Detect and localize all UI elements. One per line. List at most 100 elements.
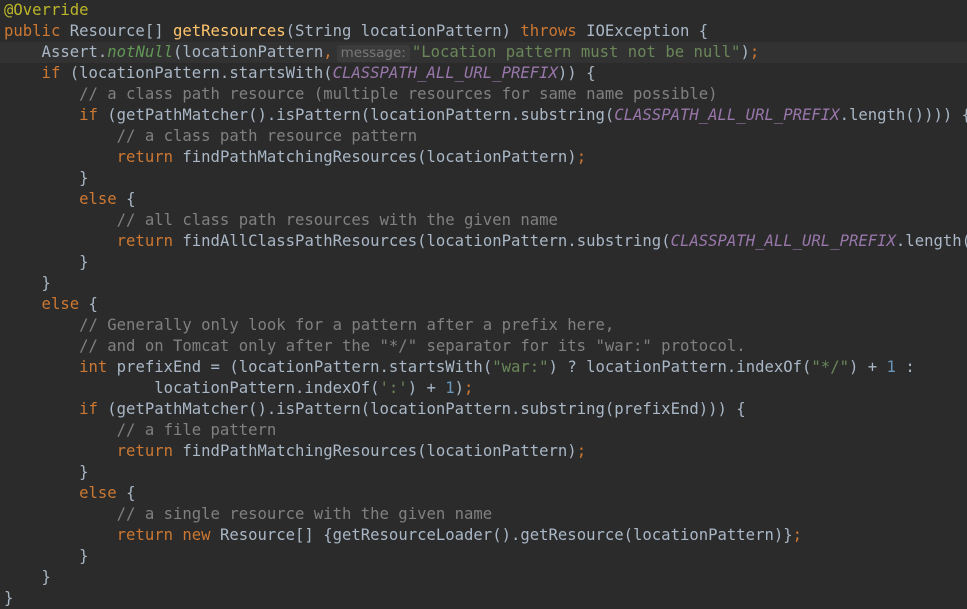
code-token: CLASSPATH_ALL_URL_PREFIX [332,64,558,82]
code-line[interactable]: if (locationPattern.startsWith(CLASSPATH… [4,63,596,84]
code-token: // Generally only look for a pattern aft… [4,316,615,334]
code-token: else [4,484,127,502]
code-token: getResources [173,22,286,40]
code-token: , [323,43,333,61]
code-token: return [4,148,183,166]
code-line[interactable]: } [4,252,89,273]
code-line[interactable]: return findPathMatchingResources(locatio… [4,441,586,462]
code-token: // a single resource with the given name [4,505,493,523]
code-token: // a class path resource (multiple resou… [4,85,718,103]
code-token: findAllClassPathResources(locationPatter… [182,232,671,250]
code-token: notNull [107,43,173,61]
code-token: else [4,295,89,313]
code-token: (getPathMatcher().isPattern(locationPatt… [107,106,615,124]
code-line[interactable]: Assert.notNull(locationPattern, message: "… [0,42,967,63]
code-token: CLASSPATH_ALL_URL_PREFIX [614,106,840,124]
code-line[interactable]: // and on Tomcat only after the "*/" sep… [4,336,746,357]
code-token: (String locationPattern) [285,22,521,40]
code-line[interactable]: else { [4,294,98,315]
code-token: 1 [445,379,455,397]
code-editor[interactable]: @Override public Resource[] getResources(… [0,0,967,609]
code-token: { [126,484,136,502]
code-line[interactable]: if (getPathMatcher().isPattern(locationP… [4,399,746,420]
code-token: ; [749,43,760,61]
code-line[interactable]: int prefixEnd = (locationPattern.startsW… [4,357,915,378]
code-line[interactable]: else { [4,483,135,504]
code-token: IOException { [586,22,709,40]
code-line[interactable]: return findPathMatchingResources(locatio… [4,147,586,168]
code-token: { [126,190,136,208]
code-token: } [4,547,89,565]
code-token: )) { [557,64,596,82]
code-token: if [4,106,108,124]
code-token: { [88,295,98,313]
code-token: .length())) [895,232,967,250]
code-line[interactable]: // a class path resource pattern [4,126,417,147]
code-token: Resource[] {getResourceLoader().getResou… [219,526,793,544]
code-token: ) [454,379,465,397]
code-token: } [4,463,89,481]
code-line[interactable]: return findAllClassPathResources(locatio… [4,231,967,252]
code-token: findPathMatchingResources(locationPatter… [182,442,577,460]
code-token: ) [740,43,750,61]
code-token: } [4,568,51,586]
code-token: ) + [407,379,446,397]
code-token: ) + [848,358,887,376]
code-line[interactable]: } [4,168,89,189]
code-token: } [4,589,14,607]
code-token: @Override [4,1,89,19]
code-line[interactable]: return new Resource[] {getResourceLoader… [4,525,802,546]
code-line[interactable]: } [4,462,89,483]
code-token: public [4,22,70,40]
code-token: ) ? locationPattern.indexOf( [548,358,812,376]
code-token: 1 [886,358,896,376]
code-token: : [895,358,915,376]
code-token: Assert. [4,43,108,61]
code-token: ; [576,442,587,460]
code-token: // and on Tomcat only after the "*/" sep… [4,337,746,355]
code-token: throws [520,22,587,40]
code-token: (locationPattern [173,43,324,61]
code-token: // all class path resources with the giv… [4,211,558,229]
code-line[interactable]: // a single resource with the given name [4,504,493,525]
code-token: ; [576,148,587,166]
code-token: "*/" [811,358,849,376]
code-line[interactable]: else { [4,189,135,210]
code-token: } [4,274,51,292]
code-line[interactable]: // all class path resources with the giv… [4,210,558,231]
code-token: (getPathMatcher().isPattern(locationPatt… [107,400,746,418]
code-token: ; [792,526,803,544]
code-token: prefixEnd = (locationPattern.startsWith( [116,358,493,376]
code-token: CLASSPATH_ALL_URL_PREFIX [670,232,896,250]
code-token: int [4,358,117,376]
code-token: } [4,253,89,271]
code-token: if [4,400,108,418]
code-token: "war:" [492,358,549,376]
code-line[interactable]: if (getPathMatcher().isPattern(locationP… [4,105,967,126]
code-token: return [4,232,183,250]
code-token: ; [464,379,474,397]
code-token: .length()))) { [839,106,967,124]
code-line[interactable]: } [4,546,89,567]
parameter-hint: message: [336,45,410,62]
code-token: return [4,442,183,460]
code-line[interactable]: // a class path resource (multiple resou… [4,84,718,105]
code-line[interactable]: // a file pattern [4,420,277,441]
code-token: Resource[] [69,22,173,40]
code-line[interactable]: } [4,273,51,294]
code-token: if [4,64,70,82]
code-token: (locationPattern.startsWith( [69,64,333,82]
code-line[interactable]: locationPattern.indexOf(':') + 1); [4,378,473,399]
code-line[interactable]: } [4,567,51,588]
code-token: return new [4,526,220,544]
code-token: // a file pattern [4,421,277,439]
code-token: } [4,169,89,187]
code-line[interactable]: } [4,588,13,609]
code-token: locationPattern.indexOf( [4,379,380,397]
code-line[interactable]: public Resource[] getResources(String lo… [4,21,708,42]
code-token: else [4,190,127,208]
code-token: ':' [379,379,408,397]
code-line[interactable]: // Generally only look for a pattern aft… [4,315,614,336]
code-token: "Location pattern must not be null" [411,43,741,61]
code-line[interactable]: @Override [4,0,89,21]
